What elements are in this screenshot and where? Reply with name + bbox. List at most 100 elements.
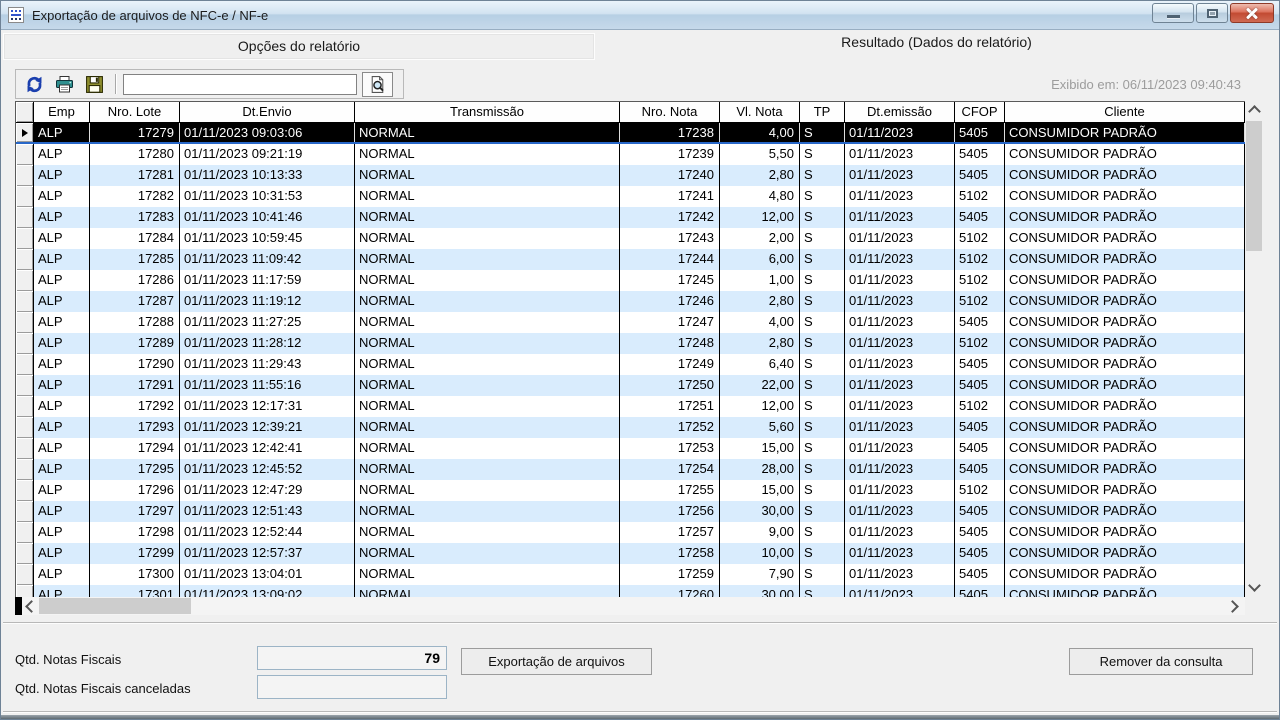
table-row[interactable]: ALP1728801/11/2023 11:27:25NORMAL172474,… bbox=[16, 312, 1245, 333]
cell-dt_envio: 01/11/2023 09:03:06 bbox=[180, 123, 355, 142]
table-row[interactable]: ALP1730001/11/2023 13:04:01NORMAL172597,… bbox=[16, 564, 1245, 585]
table-row[interactable]: ALP1729801/11/2023 12:52:44NORMAL172579,… bbox=[16, 522, 1245, 543]
cell-cfop: 5102 bbox=[955, 249, 1005, 270]
cell-cliente: CONSUMIDOR PADRÃO bbox=[1005, 249, 1245, 270]
table-row[interactable]: ALP1729401/11/2023 12:42:41NORMAL1725315… bbox=[16, 438, 1245, 459]
row-selector[interactable] bbox=[16, 270, 34, 291]
maximize-button[interactable] bbox=[1196, 3, 1228, 23]
qtd-notas-input[interactable] bbox=[257, 646, 447, 670]
scroll-up-icon[interactable] bbox=[1248, 105, 1261, 118]
row-selector[interactable] bbox=[16, 501, 34, 522]
row-selector[interactable] bbox=[16, 228, 34, 249]
scroll-down-icon[interactable] bbox=[1248, 579, 1261, 592]
export-files-button[interactable]: Exportação de arquivos bbox=[461, 648, 652, 675]
refresh-icon[interactable] bbox=[25, 75, 44, 94]
row-selector[interactable] bbox=[16, 543, 34, 564]
minimize-button[interactable] bbox=[1152, 3, 1194, 23]
column-header-tp[interactable]: TP bbox=[800, 102, 845, 122]
table-row[interactable]: ALP1730101/11/2023 13:09:02NORMAL1726030… bbox=[16, 585, 1245, 597]
qtd-canceladas-input[interactable] bbox=[257, 675, 447, 699]
row-selector[interactable] bbox=[16, 165, 34, 186]
cell-lote: 17280 bbox=[90, 144, 180, 165]
table-row[interactable]: ALP1728001/11/2023 09:21:19NORMAL172395,… bbox=[16, 144, 1245, 165]
row-selector[interactable] bbox=[16, 375, 34, 396]
row-selector[interactable] bbox=[16, 564, 34, 585]
row-selector[interactable] bbox=[16, 333, 34, 354]
save-icon[interactable] bbox=[85, 75, 104, 94]
table-row[interactable]: ALP1729201/11/2023 12:17:31NORMAL1725112… bbox=[16, 396, 1245, 417]
column-header-cfop[interactable]: CFOP bbox=[955, 102, 1005, 122]
preview-button[interactable] bbox=[362, 72, 393, 97]
row-selector[interactable] bbox=[16, 417, 34, 438]
table-row[interactable]: ALP1728201/11/2023 10:31:53NORMAL172414,… bbox=[16, 186, 1245, 207]
table-row[interactable]: ALP1729501/11/2023 12:45:52NORMAL1725428… bbox=[16, 459, 1245, 480]
column-header-vl_nota[interactable]: Vl. Nota bbox=[720, 102, 800, 122]
row-selector[interactable] bbox=[16, 396, 34, 417]
table-row[interactable]: ALP1729301/11/2023 12:39:21NORMAL172525,… bbox=[16, 417, 1245, 438]
cell-cfop: 5405 bbox=[955, 144, 1005, 165]
row-selector[interactable] bbox=[16, 291, 34, 312]
close-button[interactable] bbox=[1230, 3, 1274, 23]
row-selector[interactable] bbox=[16, 438, 34, 459]
table-row[interactable]: ALP1729701/11/2023 12:51:43NORMAL1725630… bbox=[16, 501, 1245, 522]
row-selector[interactable] bbox=[16, 459, 34, 480]
column-header-lote[interactable]: Nro. Lote bbox=[90, 102, 180, 122]
remove-from-query-button[interactable]: Remover da consulta bbox=[1069, 648, 1253, 675]
horizontal-scrollbar-thumb[interactable] bbox=[39, 598, 191, 614]
table-row[interactable]: ALP1728601/11/2023 11:17:59NORMAL172451,… bbox=[16, 270, 1245, 291]
column-header-nota[interactable]: Nro. Nota bbox=[620, 102, 720, 122]
table-row[interactable]: ALP1729001/11/2023 11:29:43NORMAL172496,… bbox=[16, 354, 1245, 375]
row-selector[interactable] bbox=[16, 480, 34, 501]
table-row[interactable]: ALP1729601/11/2023 12:47:29NORMAL1725515… bbox=[16, 480, 1245, 501]
table-row[interactable]: ALP1728301/11/2023 10:41:46NORMAL1724212… bbox=[16, 207, 1245, 228]
search-input[interactable] bbox=[123, 74, 357, 95]
row-selector[interactable] bbox=[16, 312, 34, 333]
row-selector[interactable] bbox=[16, 207, 34, 228]
row-selector[interactable] bbox=[16, 585, 34, 597]
print-icon[interactable] bbox=[55, 75, 74, 94]
table-row[interactable]: ALP1729901/11/2023 12:57:37NORMAL1725810… bbox=[16, 543, 1245, 564]
row-selector[interactable] bbox=[16, 354, 34, 375]
cell-vl_nota: 9,00 bbox=[720, 522, 800, 543]
cell-nota: 17255 bbox=[620, 480, 720, 501]
table-row[interactable]: ALP1727901/11/2023 09:03:06NORMAL172384,… bbox=[16, 123, 1245, 144]
row-selector[interactable] bbox=[16, 522, 34, 543]
titlebar[interactable]: Exportação de arquivos de NFC-e / NF-e bbox=[1, 1, 1279, 30]
scroll-left-icon[interactable] bbox=[25, 600, 38, 613]
cell-dt_emissao: 01/11/2023 bbox=[845, 543, 955, 564]
table-row[interactable]: ALP1728501/11/2023 11:09:42NORMAL172446,… bbox=[16, 249, 1245, 270]
horizontal-scrollbar[interactable] bbox=[15, 597, 1245, 615]
column-header-cliente[interactable]: Cliente bbox=[1005, 102, 1245, 122]
table-row[interactable]: ALP1729101/11/2023 11:55:16NORMAL1725022… bbox=[16, 375, 1245, 396]
table-row[interactable]: ALP1728401/11/2023 10:59:45NORMAL172432,… bbox=[16, 228, 1245, 249]
column-header-emp[interactable]: Emp bbox=[34, 102, 90, 122]
column-header-dt_envio[interactable]: Dt.Envio bbox=[180, 102, 355, 122]
table-row[interactable]: ALP1728901/11/2023 11:28:12NORMAL172482,… bbox=[16, 333, 1245, 354]
cell-transmissao: NORMAL bbox=[355, 564, 620, 585]
cell-cfop: 5405 bbox=[955, 522, 1005, 543]
row-selector[interactable] bbox=[16, 186, 34, 207]
vertical-scrollbar[interactable] bbox=[1245, 101, 1263, 596]
cell-nota: 17247 bbox=[620, 312, 720, 333]
cell-vl_nota: 7,90 bbox=[720, 564, 800, 585]
column-header-dt_emissao[interactable]: Dt.emissão bbox=[845, 102, 955, 122]
table-row[interactable]: ALP1728701/11/2023 11:19:12NORMAL172462,… bbox=[16, 291, 1245, 312]
row-selector[interactable] bbox=[16, 144, 34, 165]
cell-dt_envio: 01/11/2023 12:39:21 bbox=[180, 417, 355, 438]
cell-dt_envio: 01/11/2023 09:21:19 bbox=[180, 144, 355, 165]
cell-lote: 17300 bbox=[90, 564, 180, 585]
row-selector[interactable] bbox=[16, 249, 34, 270]
cell-vl_nota: 2,80 bbox=[720, 291, 800, 312]
cell-cfop: 5102 bbox=[955, 333, 1005, 354]
tab-report-result[interactable]: Resultado (Dados do relatório) bbox=[596, 30, 1277, 61]
cell-dt_emissao: 01/11/2023 bbox=[845, 480, 955, 501]
row-selector[interactable] bbox=[16, 123, 34, 142]
column-header-transmissao[interactable]: Transmissão bbox=[355, 102, 620, 122]
scroll-right-icon[interactable] bbox=[1226, 600, 1239, 613]
cell-tp: S bbox=[800, 543, 845, 564]
vertical-scrollbar-thumb[interactable] bbox=[1246, 121, 1262, 251]
cell-dt_envio: 01/11/2023 11:09:42 bbox=[180, 249, 355, 270]
cell-dt_envio: 01/11/2023 10:59:45 bbox=[180, 228, 355, 249]
tab-report-options[interactable]: Opções do relatório bbox=[3, 33, 595, 60]
table-row[interactable]: ALP1728101/11/2023 10:13:33NORMAL172402,… bbox=[16, 165, 1245, 186]
